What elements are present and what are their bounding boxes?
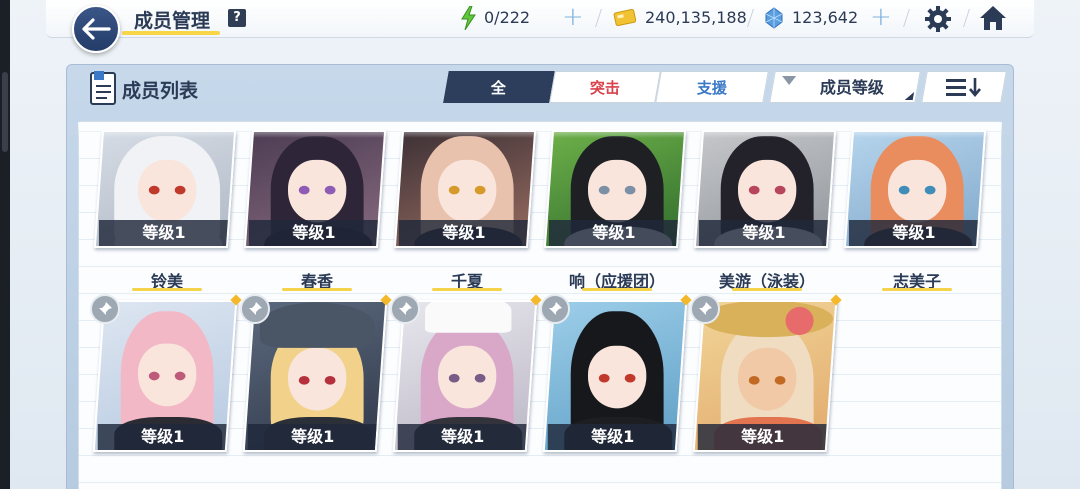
filter-icon — [782, 76, 797, 85]
level-label: 等级1 — [98, 220, 229, 246]
member-portrait: 等级1 — [843, 130, 987, 248]
name-underline — [882, 288, 952, 291]
member-portrait: 等级1 — [542, 300, 688, 452]
tab-support[interactable]: 支援 — [655, 71, 769, 103]
scroll-fade — [78, 122, 1002, 138]
level-label: 等级1 — [398, 220, 529, 246]
member-portrait: 等级1 — [242, 300, 388, 452]
level-label: 等级1 — [397, 424, 528, 450]
home-icon[interactable] — [978, 4, 1008, 32]
pin-icon[interactable] — [240, 294, 270, 324]
side-handle[interactable] — [2, 72, 8, 152]
ap-counter: 0/222 — [484, 8, 531, 27]
add-ap-button[interactable]: + — [562, 4, 584, 30]
pin-icon[interactable] — [390, 294, 420, 324]
panel-title: 成员列表 — [122, 80, 199, 102]
roster-icon — [90, 71, 116, 105]
gear-icon[interactable] — [924, 5, 952, 33]
name-underline — [282, 288, 352, 291]
level-label: 等级1 — [548, 220, 679, 246]
name-underline — [432, 288, 502, 291]
level-label: 等级1 — [547, 424, 678, 450]
back-button[interactable] — [72, 5, 120, 53]
level-label: 等级1 — [848, 220, 979, 246]
member-portrait: 等级1 — [93, 130, 237, 248]
level-label: 等级1 — [247, 424, 378, 450]
member-portrait: 等级1 — [692, 300, 838, 452]
arrow-left-icon — [82, 18, 111, 40]
level-label: 等级1 — [248, 220, 379, 246]
credits-counter: 240,135,188 — [645, 8, 747, 27]
level-label: 等级1 — [697, 424, 828, 450]
level-label: 等级1 — [97, 424, 228, 450]
add-gems-button[interactable]: + — [870, 4, 892, 30]
gems-counter: 123,642 — [792, 8, 859, 27]
member-portrait: 等级1 — [392, 300, 538, 452]
name-underline — [732, 288, 802, 291]
name-underline — [582, 288, 652, 291]
name-underline — [132, 288, 202, 291]
gem-icon — [765, 7, 783, 29]
credit-icon — [613, 8, 637, 27]
lightning-icon — [461, 6, 476, 30]
member-portrait: 等级1 — [693, 130, 837, 248]
pin-icon[interactable] — [690, 294, 720, 324]
pin-icon[interactable] — [540, 294, 570, 324]
sort-descending-icon — [946, 78, 981, 98]
help-button[interactable]: ? — [228, 9, 246, 27]
tab-all[interactable]: 全 — [443, 71, 555, 103]
sort-by-level-button[interactable]: 成员等级 — [769, 71, 921, 103]
title-underline — [122, 31, 220, 35]
member-portrait: 等级1 — [393, 130, 537, 248]
edge-strip — [0, 0, 10, 489]
member-portrait: 等级1 — [92, 300, 238, 452]
member-portrait: 等级1 — [243, 130, 387, 248]
pin-icon[interactable] — [90, 294, 120, 324]
sort-order-button[interactable] — [921, 71, 1007, 103]
tab-strike[interactable]: 突击 — [549, 71, 661, 103]
member-portrait: 等级1 — [543, 130, 687, 248]
sort-label: 成员等级 — [819, 78, 884, 97]
level-label: 等级1 — [698, 220, 829, 246]
page-title: 成员管理 — [134, 10, 211, 32]
corner-indicator — [904, 92, 915, 100]
